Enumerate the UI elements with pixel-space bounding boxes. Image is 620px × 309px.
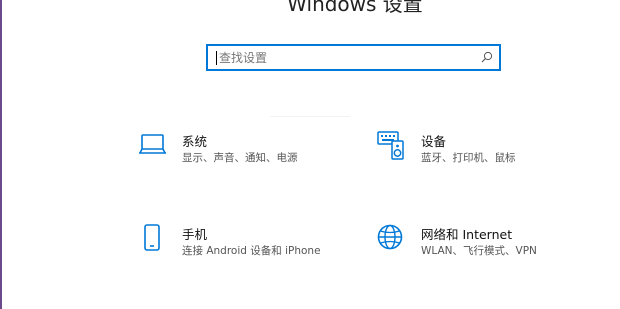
tile-title: 设备 (421, 134, 447, 149)
tile-phone[interactable]: 手机 连接 Android 设备和 iPhone (138, 224, 338, 272)
tile-description: 显示、声音、通知、电源 (182, 152, 298, 164)
tile-title: 系统 (182, 134, 208, 149)
tile-title: 手机 (182, 227, 208, 242)
text-caret (216, 51, 217, 65)
tile-system[interactable]: 系统 显示、声音、通知、电源 (138, 131, 338, 179)
divider (270, 116, 350, 117)
tile-description: 蓝牙、打印机、鼠标 (421, 152, 516, 164)
tile-description: WLAN、飞行模式、VPN (421, 245, 537, 257)
tile-title: 网络和 Internet (421, 227, 513, 242)
page-title: Windows 设置 (287, 0, 423, 16)
laptop-icon (139, 134, 166, 154)
search-box[interactable] (206, 44, 501, 71)
search-icon[interactable] (481, 51, 493, 63)
search-input[interactable] (219, 45, 479, 70)
tile-description: 连接 Android 设备和 iPhone (182, 245, 321, 257)
settings-window: Windows 设置 系统 显示、声音、通知、电源 设备 (0, 0, 620, 309)
keyboard-speaker-icon (377, 131, 404, 160)
globe-icon (377, 224, 403, 250)
phone-icon (144, 224, 160, 251)
window-left-border (0, 0, 2, 309)
tile-devices[interactable]: 设备 蓝牙、打印机、鼠标 (377, 131, 577, 179)
tile-network[interactable]: 网络和 Internet WLAN、飞行模式、VPN (377, 224, 577, 272)
